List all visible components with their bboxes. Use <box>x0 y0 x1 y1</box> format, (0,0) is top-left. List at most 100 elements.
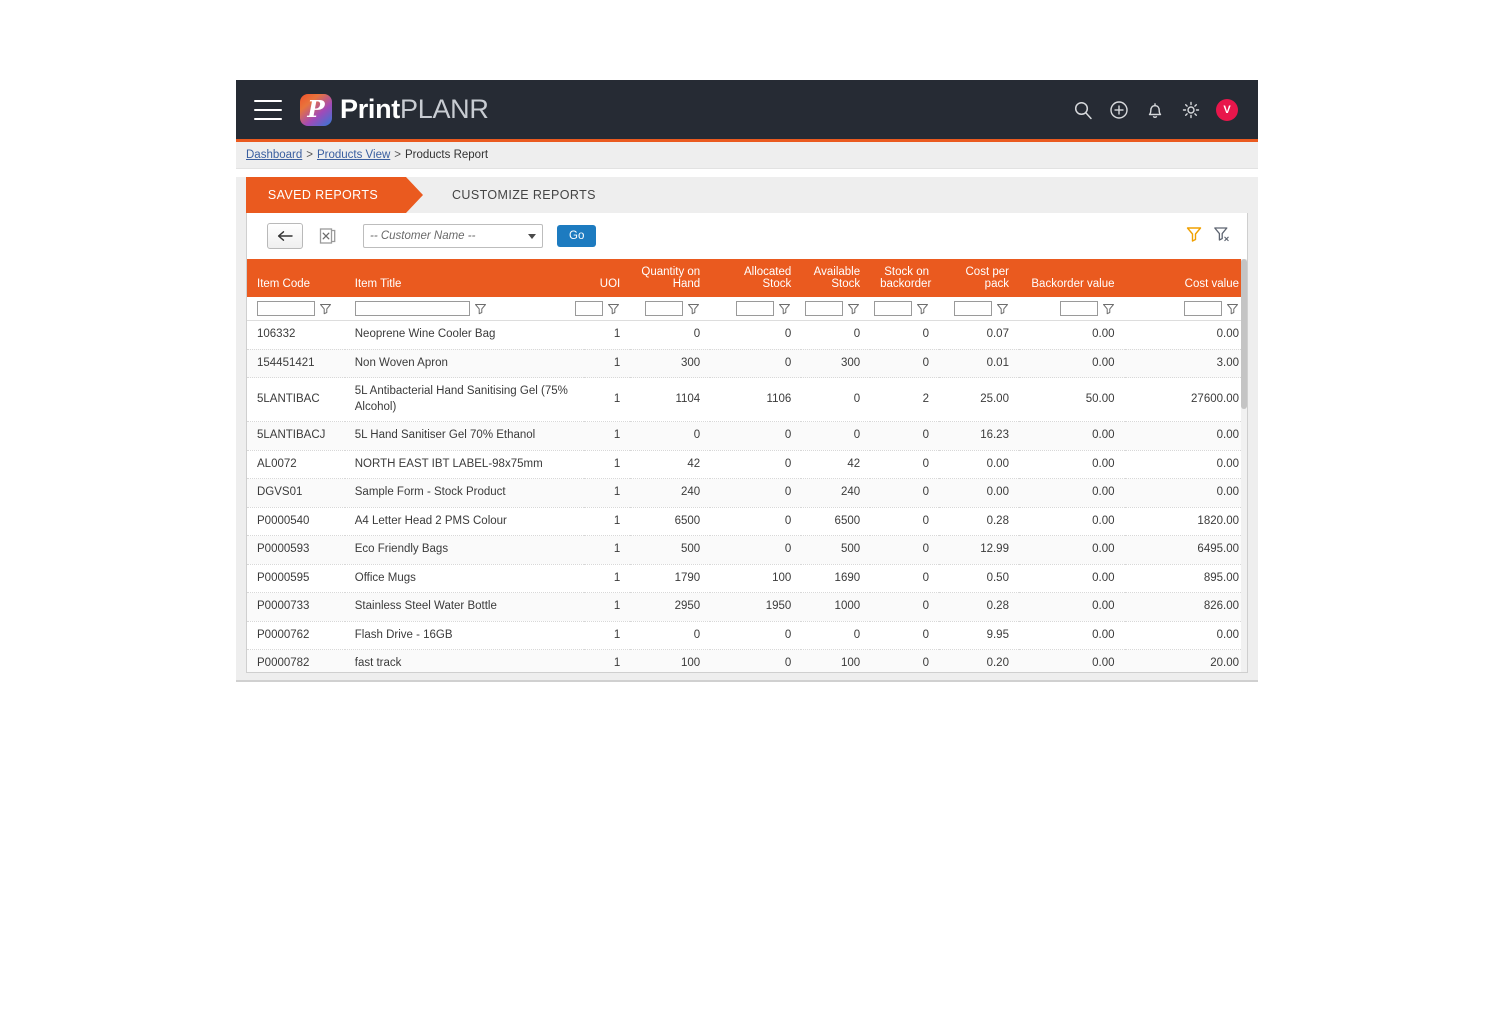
column-header-uoi[interactable]: UOI <box>583 259 631 297</box>
cell-available-stock: 500 <box>801 535 871 565</box>
filter-input-cost-value[interactable] <box>1184 301 1222 316</box>
cell-item-code: 5LANTIBAC <box>247 377 345 423</box>
cell-cost-value: 0.00 <box>1124 450 1247 480</box>
filter-input-uoi[interactable] <box>575 301 604 316</box>
cell-quantity-on-hand: 1790 <box>630 564 711 594</box>
filter-input-stock-on-backorder[interactable] <box>874 301 912 316</box>
table-row[interactable]: 106332 Neoprene Wine Cooler Bag 1 0 0 0 0 0.07 0… <box>247 320 1247 350</box>
table-row[interactable]: 5LANTIBACJ 5L Hand Sanitiser Gel 70% Etha… <box>247 421 1247 451</box>
column-header-backorder-value[interactable]: Backorder value <box>1018 259 1125 297</box>
go-button[interactable]: Go <box>557 225 597 247</box>
table-row[interactable]: AL0072 NORTH EAST IBT LABEL-98x75mm 1 42 0 42… <box>247 450 1247 480</box>
cell-available-stock: 42 <box>801 450 871 480</box>
excel-export-icon[interactable] <box>315 224 341 248</box>
hamburger-icon[interactable] <box>254 99 282 120</box>
cell-allocated-stock: 100 <box>710 564 802 594</box>
search-icon[interactable] <box>1072 99 1094 121</box>
cell-available-stock: 1000 <box>801 592 871 622</box>
toolbar-filter-actions <box>1185 225 1235 248</box>
table-row[interactable]: P0000762 Flash Drive - 16GB 1 0 0 0 0 9.95 0.00 0… <box>247 621 1247 651</box>
cell-item-code: P0000593 <box>247 535 345 565</box>
cell-allocated-stock: 0 <box>710 621 802 651</box>
cell-cost-value: 0.00 <box>1124 421 1247 451</box>
cell-quantity-on-hand: 6500 <box>630 507 711 537</box>
bell-icon[interactable] <box>1144 99 1166 121</box>
filter-input-available-stock[interactable] <box>805 301 844 316</box>
column-header-quantity-on-hand[interactable]: Quantity on Hand <box>630 259 711 297</box>
filter-input-backorder-value[interactable] <box>1059 301 1098 316</box>
cell-item-title: fast track <box>344 649 584 672</box>
column-header-item-code[interactable]: Item Code <box>247 259 345 297</box>
column-filter-icon[interactable] <box>1102 302 1115 315</box>
cell-uoi: 1 <box>583 507 631 537</box>
cell-item-title: 5L Antibacterial Hand Sanitising Gel (75… <box>344 377 584 423</box>
table-row[interactable]: P0000595 Office Mugs 1 1790 100 1690 0 0.50 0.00… <box>247 564 1247 594</box>
table-row[interactable]: 5LANTIBAC 5L Antibacterial Hand Sanitisin… <box>247 377 1247 423</box>
column-filter-icon[interactable] <box>847 302 860 315</box>
cell-item-code: 106332 <box>247 320 345 350</box>
filter-input-allocated-stock[interactable] <box>736 301 775 316</box>
vertical-scrollbar-thumb[interactable] <box>1241 259 1247 409</box>
table-row[interactable]: P0000540 A4 Letter Head 2 PMS Colour 1 6500… <box>247 507 1247 537</box>
cell-stock-on-backorder: 0 <box>870 450 939 480</box>
table-row[interactable]: 154451421 Non Woven Apron 1 300 0 300 0 0.01 0.0… <box>247 349 1247 379</box>
column-header-cost-per-pack[interactable]: Cost per pack <box>939 259 1019 297</box>
cell-backorder-value: 0.00 <box>1018 592 1125 622</box>
filter-input-item-title[interactable] <box>354 301 470 316</box>
clear-filter-icon[interactable] <box>1213 225 1231 248</box>
cell-item-code: AL0072 <box>247 450 345 480</box>
table-row[interactable]: P0000782 fast track 1 100 0 100 0 0.20 0.00 20.00 <box>247 649 1247 672</box>
breadcrumb-link-dashboard[interactable]: Dashboard <box>246 149 302 161</box>
cell-stock-on-backorder: 2 <box>870 377 939 423</box>
column-filter-icon[interactable] <box>474 302 487 315</box>
tabs-filler <box>625 177 1248 213</box>
column-filter-icon[interactable] <box>607 302 620 315</box>
column-header-available-stock[interactable]: Available Stock <box>801 259 871 297</box>
table-scroll-container[interactable]: Item Code Item Title UOI Quantity on Hand Al… <box>247 259 1247 672</box>
column-filter-icon[interactable] <box>916 302 929 315</box>
back-button[interactable] <box>267 223 303 249</box>
cell-cost-value: 0.00 <box>1124 320 1247 350</box>
cell-backorder-value: 0.00 <box>1018 421 1125 451</box>
avatar[interactable]: V <box>1216 98 1238 121</box>
column-header-stock-on-backorder[interactable]: Stock on backorder <box>870 259 939 297</box>
vertical-scrollbar[interactable] <box>1241 259 1247 672</box>
tab-customize-reports[interactable]: CUSTOMIZE REPORTS <box>406 177 626 213</box>
cell-allocated-stock: 0 <box>710 535 802 565</box>
cell-uoi: 1 <box>583 535 631 565</box>
cell-backorder-value: 0.00 <box>1018 320 1125 350</box>
column-filter-icon[interactable] <box>996 302 1009 315</box>
table-row[interactable]: P0000593 Eco Friendly Bags 1 500 0 500 0 12.99 0… <box>247 535 1247 565</box>
filter-input-item-code[interactable] <box>257 301 315 316</box>
cell-cost-per-pack: 16.23 <box>939 421 1019 451</box>
column-filter-icon[interactable] <box>1226 302 1239 315</box>
column-filter-icon[interactable] <box>319 302 332 315</box>
cell-stock-on-backorder: 0 <box>870 507 939 537</box>
filter-icon[interactable] <box>1185 225 1203 248</box>
column-header-allocated-stock[interactable]: Allocated Stock <box>710 259 802 297</box>
cell-uoi: 1 <box>583 349 631 379</box>
cell-quantity-on-hand: 42 <box>630 450 711 480</box>
table-row[interactable]: P0000733 Stainless Steel Water Bottle 1 295… <box>247 592 1247 622</box>
column-header-cost-value[interactable]: Cost value <box>1124 259 1247 297</box>
cell-backorder-value: 0.00 <box>1018 507 1125 537</box>
customer-name-select[interactable]: -- Customer Name -- <box>363 224 543 248</box>
cell-stock-on-backorder: 0 <box>870 649 939 672</box>
table-header-row: Item Code Item Title UOI Quantity on Hand Al… <box>247 259 1247 297</box>
brand-logo[interactable]: P PrintPLANR <box>300 93 489 126</box>
gear-icon[interactable] <box>1180 99 1202 121</box>
table-filter-row <box>247 297 1247 321</box>
column-header-item-title[interactable]: Item Title <box>344 259 584 297</box>
filter-input-quantity-on-hand[interactable] <box>645 301 684 316</box>
plus-circle-icon[interactable] <box>1108 99 1130 121</box>
chevron-down-icon <box>528 233 536 239</box>
tab-saved-reports[interactable]: SAVED REPORTS <box>246 177 423 213</box>
table-row[interactable]: DGVS01 Sample Form - Stock Product 1 240 0 24… <box>247 478 1247 508</box>
breadcrumb-link-products-view[interactable]: Products View <box>317 149 390 161</box>
cell-stock-on-backorder: 0 <box>870 564 939 594</box>
breadcrumb-current: Products Report <box>405 149 489 161</box>
column-filter-icon[interactable] <box>778 302 791 315</box>
cell-item-title: Neoprene Wine Cooler Bag <box>344 320 584 350</box>
filter-input-cost-per-pack[interactable] <box>953 301 992 316</box>
column-filter-icon[interactable] <box>687 302 700 315</box>
